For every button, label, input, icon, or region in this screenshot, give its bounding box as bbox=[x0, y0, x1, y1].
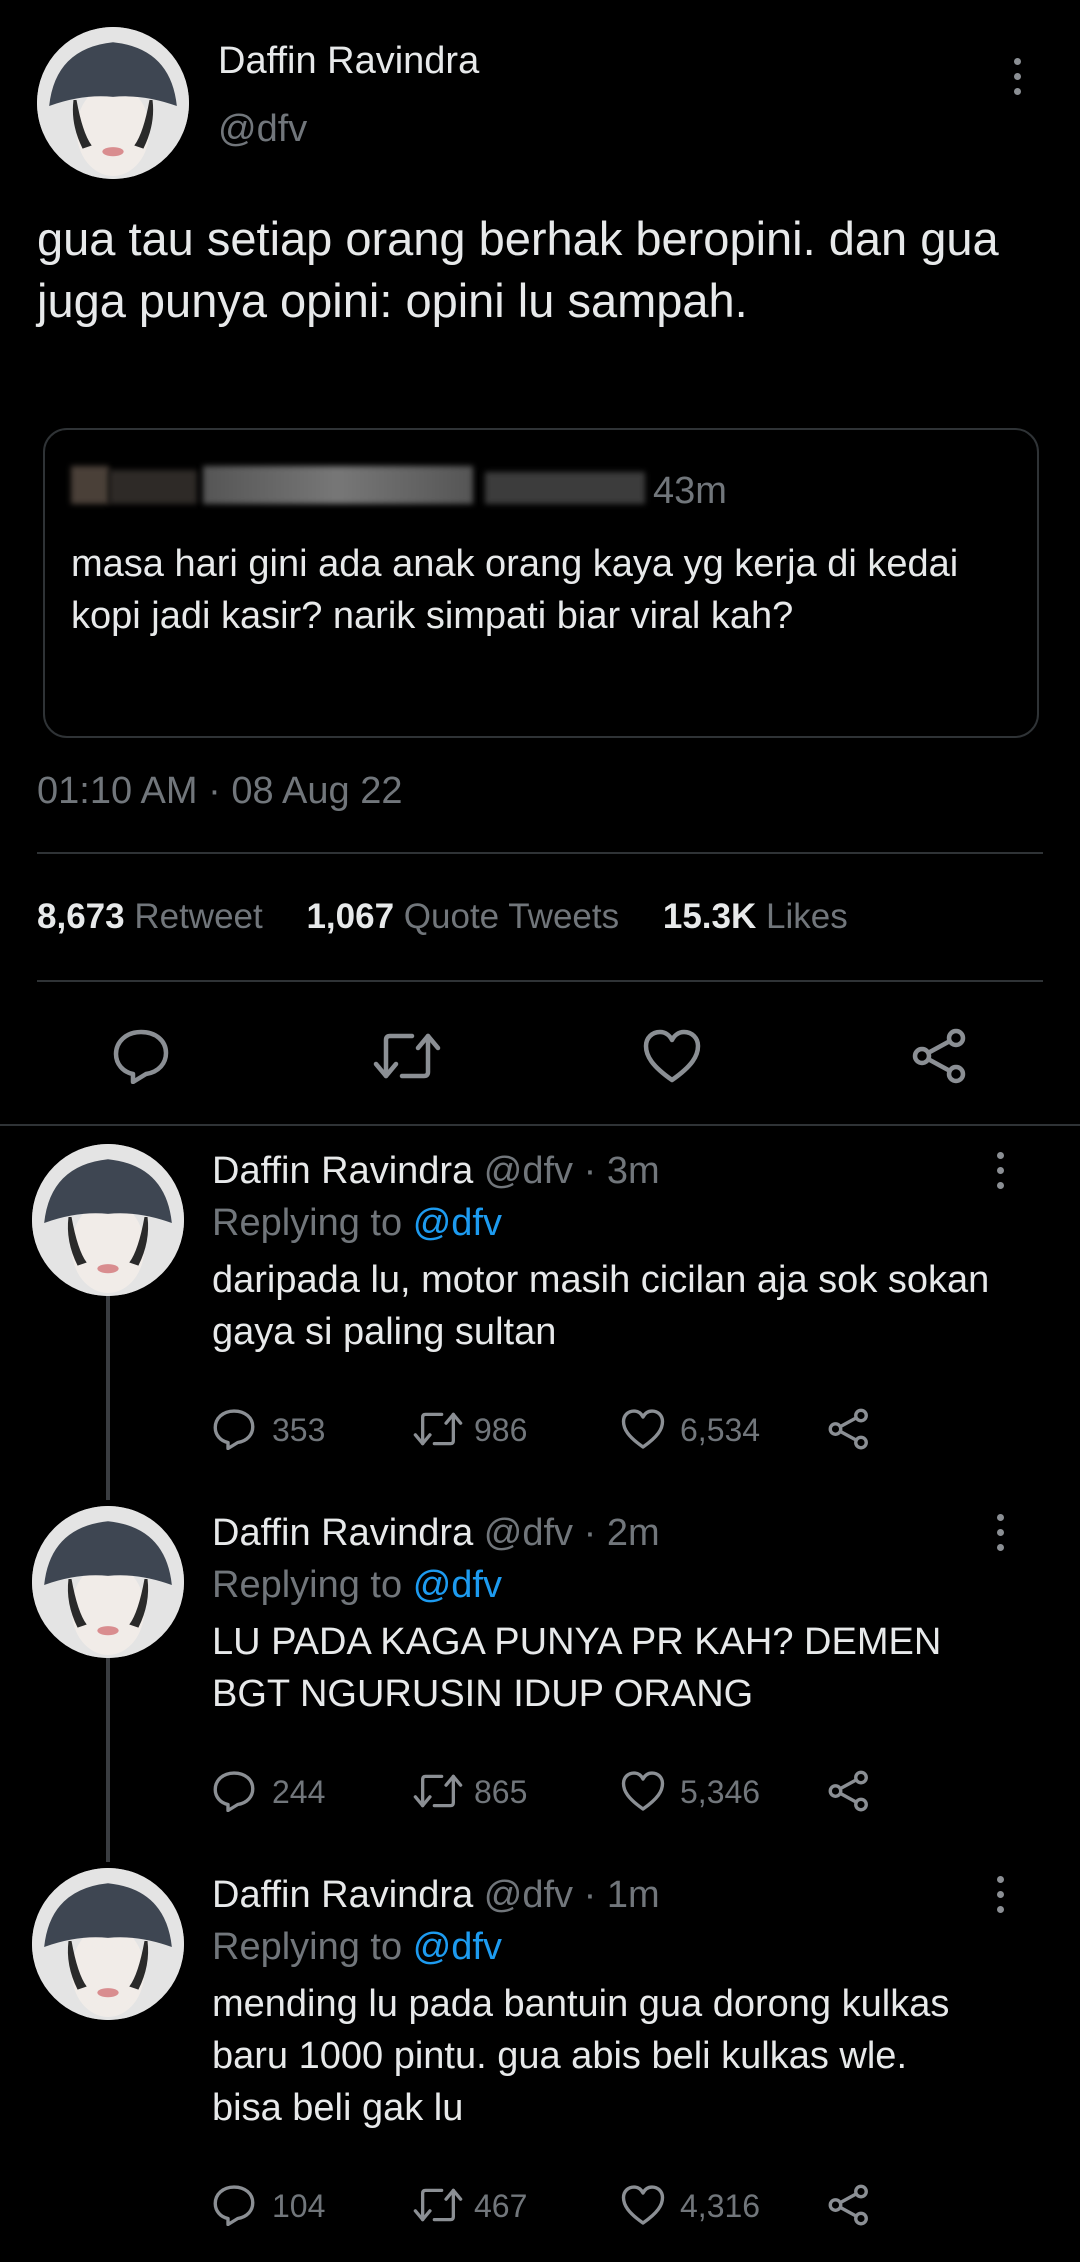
quoted-text: masa hari gini ada anak orang kaya yg ke… bbox=[71, 543, 959, 637]
divider bbox=[0, 1124, 1080, 1126]
tweet-timestamp[interactable]: 01:10 AM · 08 Aug 22 bbox=[37, 770, 403, 813]
reply-author-name[interactable]: Daffin Ravindra bbox=[212, 1874, 473, 1916]
quote-label: Quote Tweets bbox=[403, 897, 620, 936]
replying-to-handle[interactable]: @dfv bbox=[413, 1202, 502, 1244]
share-icon[interactable] bbox=[826, 2184, 872, 2226]
reply-author-name[interactable]: Daffin Ravindra bbox=[212, 1150, 473, 1192]
likes-stat[interactable]: 15.3K Likes bbox=[663, 897, 848, 936]
share-icon[interactable] bbox=[826, 1770, 872, 1812]
reply-icon[interactable] bbox=[212, 1408, 256, 1450]
replying-to-handle[interactable]: @dfv bbox=[413, 1564, 502, 1606]
quoted-tweet[interactable]: 43m masa hari gini ada anak orang kaya y… bbox=[43, 428, 1039, 738]
avatar-photo bbox=[32, 1144, 184, 1296]
reply-text: LU PADA KAGA PUNYA PR KAH? DEMEN BGT NGU… bbox=[212, 1621, 942, 1715]
reply-header: Daffin Ravindra @dfv · 3m bbox=[212, 1150, 660, 1193]
like-icon[interactable] bbox=[620, 1770, 666, 1812]
more-options-icon[interactable] bbox=[994, 1514, 1006, 1551]
reply-tweet[interactable]: Daffin Ravindra @dfv · 2m Replying to @d… bbox=[0, 1502, 1080, 1864]
retweet-icon[interactable] bbox=[372, 1030, 442, 1082]
reply-text: mending lu pada bantuin gua dorong kulka… bbox=[212, 1983, 950, 2129]
retweet-icon[interactable] bbox=[412, 1410, 464, 1448]
reply-text: daripada lu, motor masih cicilan aja sok… bbox=[212, 1259, 990, 1353]
reply-avatar[interactable] bbox=[32, 1506, 184, 1658]
share-icon[interactable] bbox=[910, 1028, 970, 1084]
retweet-label: Retweet bbox=[134, 897, 263, 936]
retweet-count: 865 bbox=[474, 1774, 528, 1810]
redacted-name bbox=[203, 466, 473, 504]
reply-count: 104 bbox=[272, 2188, 326, 2224]
reply-icon[interactable] bbox=[212, 2184, 256, 2226]
avatar-photo bbox=[37, 27, 189, 179]
reply-tweet[interactable]: Daffin Ravindra @dfv · 1m Replying to @d… bbox=[0, 1864, 1080, 2262]
share-icon[interactable] bbox=[826, 1408, 872, 1450]
reply-handle-time[interactable]: @dfv · 2m bbox=[484, 1512, 660, 1554]
retweet-icon[interactable] bbox=[412, 2186, 464, 2224]
replying-to: Replying to @dfv bbox=[212, 1926, 502, 1969]
like-icon[interactable] bbox=[642, 1028, 702, 1084]
reply-count: 244 bbox=[272, 1774, 326, 1810]
reply-icon[interactable] bbox=[112, 1028, 170, 1084]
tweet-stats: 8,673 Retweet 1,067 Quote Tweets 15.3K L… bbox=[37, 897, 848, 937]
retweet-count: 8,673 bbox=[37, 897, 125, 936]
avatar-photo bbox=[32, 1868, 184, 2020]
more-options-icon[interactable] bbox=[994, 1152, 1006, 1189]
redacted-avatar bbox=[71, 466, 109, 504]
retweet-stat[interactable]: 8,673 Retweet bbox=[37, 897, 263, 936]
reply-tweet[interactable]: Daffin Ravindra @dfv · 3m Replying to @d… bbox=[0, 1140, 1080, 1502]
divider bbox=[37, 980, 1043, 982]
retweet-count: 986 bbox=[474, 1412, 528, 1448]
redacted-avatar-edge bbox=[109, 470, 197, 504]
replying-to-label: Replying to bbox=[212, 1202, 403, 1244]
reply-author-name[interactable]: Daffin Ravindra bbox=[212, 1512, 473, 1554]
like-icon[interactable] bbox=[620, 1408, 666, 1450]
replying-to-handle[interactable]: @dfv bbox=[413, 1926, 502, 1968]
reply-handle-time[interactable]: @dfv · 1m bbox=[484, 1874, 660, 1916]
retweet-count: 467 bbox=[474, 2188, 528, 2224]
author-handle[interactable]: @dfv bbox=[218, 108, 307, 151]
replying-to-label: Replying to bbox=[212, 1926, 403, 1968]
quoted-time: 43m bbox=[653, 470, 727, 512]
avatar-photo bbox=[32, 1506, 184, 1658]
like-count: 4,316 bbox=[680, 2188, 761, 2224]
replying-to-label: Replying to bbox=[212, 1564, 403, 1606]
replying-to: Replying to @dfv bbox=[212, 1202, 502, 1245]
like-count: 6,534 bbox=[680, 1412, 761, 1448]
tweet-text: gua tau setiap orang berhak beropini. da… bbox=[37, 212, 999, 327]
reply-avatar[interactable] bbox=[32, 1868, 184, 2020]
quote-count: 1,067 bbox=[306, 897, 395, 936]
reply-header: Daffin Ravindra @dfv · 2m bbox=[212, 1512, 660, 1555]
retweet-icon[interactable] bbox=[412, 1772, 464, 1810]
redacted-handle bbox=[485, 472, 645, 504]
replying-to: Replying to @dfv bbox=[212, 1564, 502, 1607]
like-count: 5,346 bbox=[680, 1774, 761, 1810]
likes-count: 15.3K bbox=[662, 897, 757, 936]
reply-avatar[interactable] bbox=[32, 1144, 184, 1296]
likes-label: Likes bbox=[766, 897, 848, 936]
author-avatar[interactable] bbox=[37, 27, 189, 179]
more-options-icon[interactable] bbox=[1011, 58, 1023, 95]
reply-handle-time[interactable]: @dfv · 3m bbox=[484, 1150, 660, 1192]
author-name[interactable]: Daffin Ravindra bbox=[218, 40, 479, 83]
more-options-icon[interactable] bbox=[994, 1876, 1006, 1913]
divider bbox=[37, 852, 1043, 854]
reply-header: Daffin Ravindra @dfv · 1m bbox=[212, 1874, 660, 1917]
reply-icon[interactable] bbox=[212, 1770, 256, 1812]
quote-stat[interactable]: 1,067 Quote Tweets bbox=[306, 897, 619, 936]
like-icon[interactable] bbox=[620, 2184, 666, 2226]
reply-count: 353 bbox=[272, 1412, 326, 1448]
